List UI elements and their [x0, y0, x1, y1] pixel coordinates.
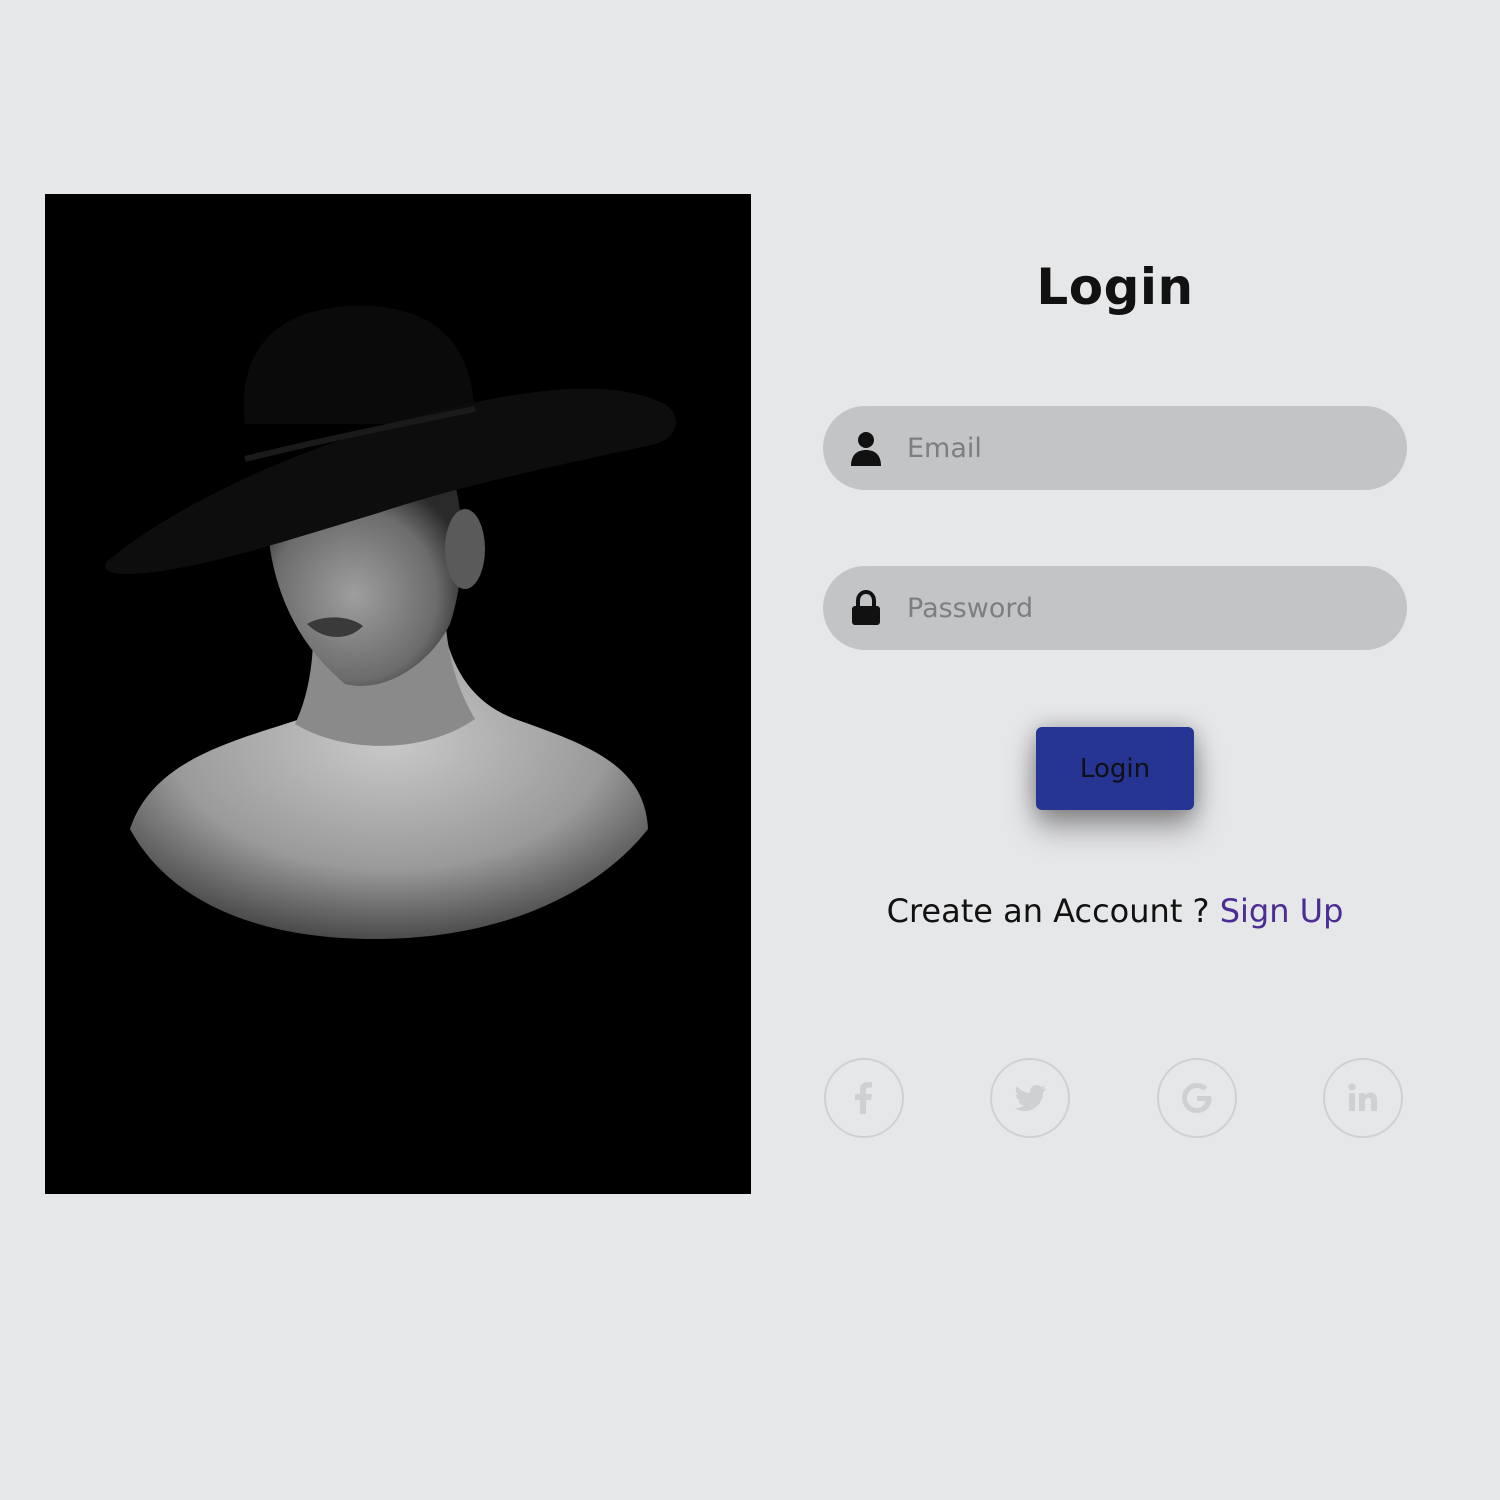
google-button[interactable]: [1157, 1058, 1237, 1138]
signup-prompt-text: Create an Account ?: [886, 892, 1220, 930]
portrait-photo: [45, 194, 751, 1194]
facebook-icon: [844, 1078, 884, 1118]
login-page: Login Login Create an Account ? Sign Up: [0, 0, 1500, 1500]
signup-link[interactable]: Sign Up: [1220, 892, 1344, 930]
signup-prompt: Create an Account ? Sign Up: [823, 892, 1407, 930]
twitter-icon: [1010, 1078, 1050, 1118]
google-icon: [1177, 1078, 1217, 1118]
user-icon: [849, 430, 883, 466]
email-input[interactable]: [907, 406, 1377, 490]
login-button[interactable]: Login: [1036, 727, 1194, 810]
email-field-container[interactable]: [823, 406, 1407, 490]
page-title: Login: [1036, 258, 1194, 316]
password-field-container[interactable]: [823, 566, 1407, 650]
password-input[interactable]: [907, 566, 1377, 650]
twitter-button[interactable]: [990, 1058, 1070, 1138]
lock-icon: [849, 590, 883, 626]
linkedin-icon: [1343, 1078, 1383, 1118]
facebook-button[interactable]: [824, 1058, 904, 1138]
linkedin-button[interactable]: [1323, 1058, 1403, 1138]
